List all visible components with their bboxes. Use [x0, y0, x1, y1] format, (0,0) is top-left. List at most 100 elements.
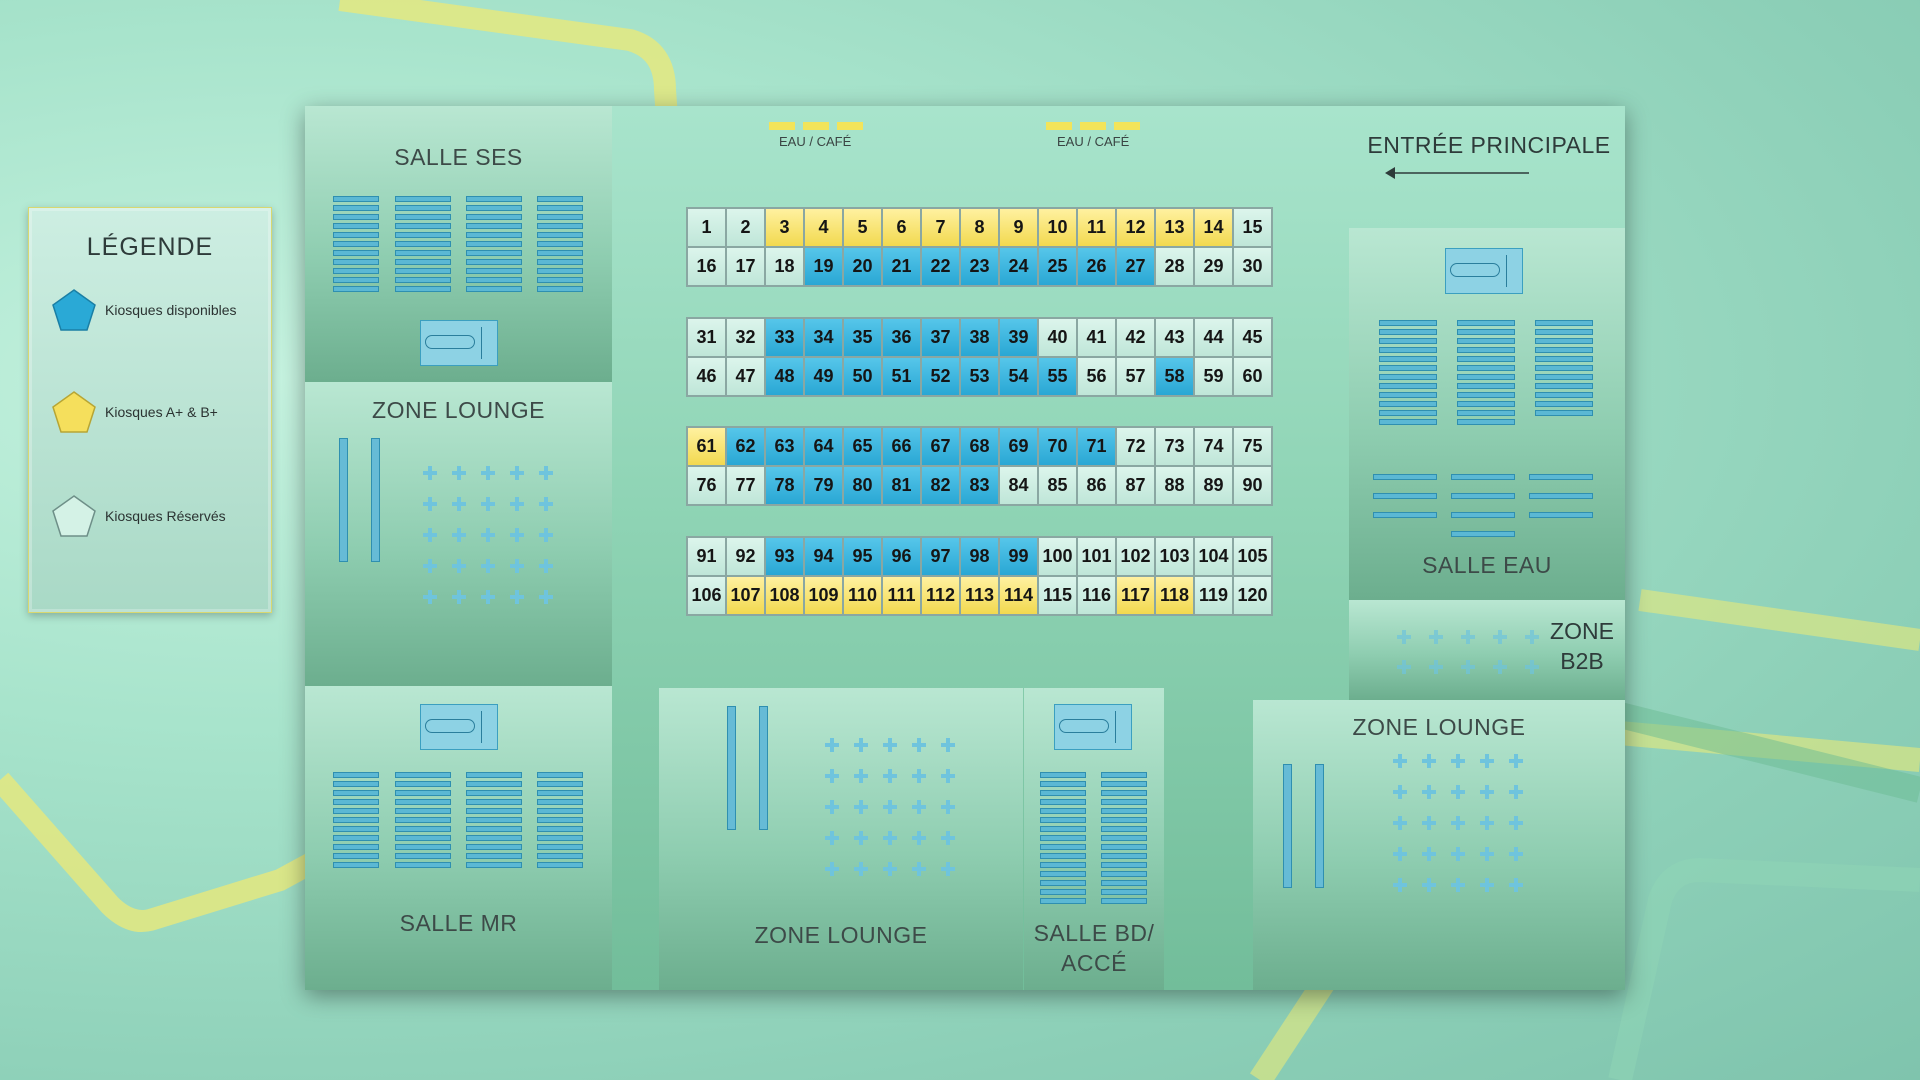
kiosk-100[interactable]: 100 — [1038, 537, 1077, 576]
kiosk-6[interactable]: 6 — [882, 208, 921, 247]
kiosk-38[interactable]: 38 — [960, 318, 999, 357]
kiosk-43[interactable]: 43 — [1155, 318, 1194, 357]
kiosk-104[interactable]: 104 — [1194, 537, 1233, 576]
kiosk-36[interactable]: 36 — [882, 318, 921, 357]
kiosk-44[interactable]: 44 — [1194, 318, 1233, 357]
kiosk-97[interactable]: 97 — [921, 537, 960, 576]
kiosk-67[interactable]: 67 — [921, 427, 960, 466]
kiosk-41[interactable]: 41 — [1077, 318, 1116, 357]
kiosk-95[interactable]: 95 — [843, 537, 882, 576]
kiosk-102[interactable]: 102 — [1116, 537, 1155, 576]
kiosk-85[interactable]: 85 — [1038, 466, 1077, 505]
kiosk-9[interactable]: 9 — [999, 208, 1038, 247]
kiosk-99[interactable]: 99 — [999, 537, 1038, 576]
kiosk-35[interactable]: 35 — [843, 318, 882, 357]
kiosk-3[interactable]: 3 — [765, 208, 804, 247]
kiosk-84[interactable]: 84 — [999, 466, 1038, 505]
kiosk-51[interactable]: 51 — [882, 357, 921, 396]
kiosk-112[interactable]: 112 — [921, 576, 960, 615]
kiosk-13[interactable]: 13 — [1155, 208, 1194, 247]
kiosk-58[interactable]: 58 — [1155, 357, 1194, 396]
kiosk-118[interactable]: 118 — [1155, 576, 1194, 615]
kiosk-90[interactable]: 90 — [1233, 466, 1272, 505]
kiosk-8[interactable]: 8 — [960, 208, 999, 247]
kiosk-88[interactable]: 88 — [1155, 466, 1194, 505]
kiosk-29[interactable]: 29 — [1194, 247, 1233, 286]
kiosk-34[interactable]: 34 — [804, 318, 843, 357]
kiosk-53[interactable]: 53 — [960, 357, 999, 396]
kiosk-73[interactable]: 73 — [1155, 427, 1194, 466]
kiosk-72[interactable]: 72 — [1116, 427, 1155, 466]
kiosk-80[interactable]: 80 — [843, 466, 882, 505]
kiosk-57[interactable]: 57 — [1116, 357, 1155, 396]
kiosk-54[interactable]: 54 — [999, 357, 1038, 396]
kiosk-74[interactable]: 74 — [1194, 427, 1233, 466]
kiosk-78[interactable]: 78 — [765, 466, 804, 505]
kiosk-62[interactable]: 62 — [726, 427, 765, 466]
kiosk-59[interactable]: 59 — [1194, 357, 1233, 396]
kiosk-81[interactable]: 81 — [882, 466, 921, 505]
kiosk-68[interactable]: 68 — [960, 427, 999, 466]
kiosk-105[interactable]: 105 — [1233, 537, 1272, 576]
kiosk-98[interactable]: 98 — [960, 537, 999, 576]
kiosk-103[interactable]: 103 — [1155, 537, 1194, 576]
kiosk-49[interactable]: 49 — [804, 357, 843, 396]
kiosk-33[interactable]: 33 — [765, 318, 804, 357]
kiosk-83[interactable]: 83 — [960, 466, 999, 505]
kiosk-70[interactable]: 70 — [1038, 427, 1077, 466]
kiosk-106[interactable]: 106 — [687, 576, 726, 615]
kiosk-26[interactable]: 26 — [1077, 247, 1116, 286]
kiosk-1[interactable]: 1 — [687, 208, 726, 247]
kiosk-28[interactable]: 28 — [1155, 247, 1194, 286]
kiosk-37[interactable]: 37 — [921, 318, 960, 357]
kiosk-86[interactable]: 86 — [1077, 466, 1116, 505]
kiosk-17[interactable]: 17 — [726, 247, 765, 286]
kiosk-101[interactable]: 101 — [1077, 537, 1116, 576]
kiosk-39[interactable]: 39 — [999, 318, 1038, 357]
kiosk-111[interactable]: 111 — [882, 576, 921, 615]
kiosk-64[interactable]: 64 — [804, 427, 843, 466]
kiosk-109[interactable]: 109 — [804, 576, 843, 615]
kiosk-20[interactable]: 20 — [843, 247, 882, 286]
kiosk-12[interactable]: 12 — [1116, 208, 1155, 247]
kiosk-27[interactable]: 27 — [1116, 247, 1155, 286]
kiosk-7[interactable]: 7 — [921, 208, 960, 247]
kiosk-40[interactable]: 40 — [1038, 318, 1077, 357]
kiosk-114[interactable]: 114 — [999, 576, 1038, 615]
kiosk-31[interactable]: 31 — [687, 318, 726, 357]
kiosk-91[interactable]: 91 — [687, 537, 726, 576]
kiosk-113[interactable]: 113 — [960, 576, 999, 615]
kiosk-46[interactable]: 46 — [687, 357, 726, 396]
kiosk-4[interactable]: 4 — [804, 208, 843, 247]
kiosk-65[interactable]: 65 — [843, 427, 882, 466]
kiosk-47[interactable]: 47 — [726, 357, 765, 396]
kiosk-87[interactable]: 87 — [1116, 466, 1155, 505]
kiosk-10[interactable]: 10 — [1038, 208, 1077, 247]
kiosk-120[interactable]: 120 — [1233, 576, 1272, 615]
kiosk-23[interactable]: 23 — [960, 247, 999, 286]
kiosk-75[interactable]: 75 — [1233, 427, 1272, 466]
kiosk-16[interactable]: 16 — [687, 247, 726, 286]
kiosk-71[interactable]: 71 — [1077, 427, 1116, 466]
kiosk-56[interactable]: 56 — [1077, 357, 1116, 396]
kiosk-66[interactable]: 66 — [882, 427, 921, 466]
kiosk-52[interactable]: 52 — [921, 357, 960, 396]
kiosk-2[interactable]: 2 — [726, 208, 765, 247]
kiosk-15[interactable]: 15 — [1233, 208, 1272, 247]
kiosk-117[interactable]: 117 — [1116, 576, 1155, 615]
kiosk-45[interactable]: 45 — [1233, 318, 1272, 357]
kiosk-82[interactable]: 82 — [921, 466, 960, 505]
kiosk-32[interactable]: 32 — [726, 318, 765, 357]
kiosk-92[interactable]: 92 — [726, 537, 765, 576]
kiosk-24[interactable]: 24 — [999, 247, 1038, 286]
kiosk-77[interactable]: 77 — [726, 466, 765, 505]
kiosk-69[interactable]: 69 — [999, 427, 1038, 466]
kiosk-63[interactable]: 63 — [765, 427, 804, 466]
kiosk-119[interactable]: 119 — [1194, 576, 1233, 615]
kiosk-93[interactable]: 93 — [765, 537, 804, 576]
kiosk-19[interactable]: 19 — [804, 247, 843, 286]
kiosk-22[interactable]: 22 — [921, 247, 960, 286]
kiosk-110[interactable]: 110 — [843, 576, 882, 615]
kiosk-30[interactable]: 30 — [1233, 247, 1272, 286]
kiosk-108[interactable]: 108 — [765, 576, 804, 615]
